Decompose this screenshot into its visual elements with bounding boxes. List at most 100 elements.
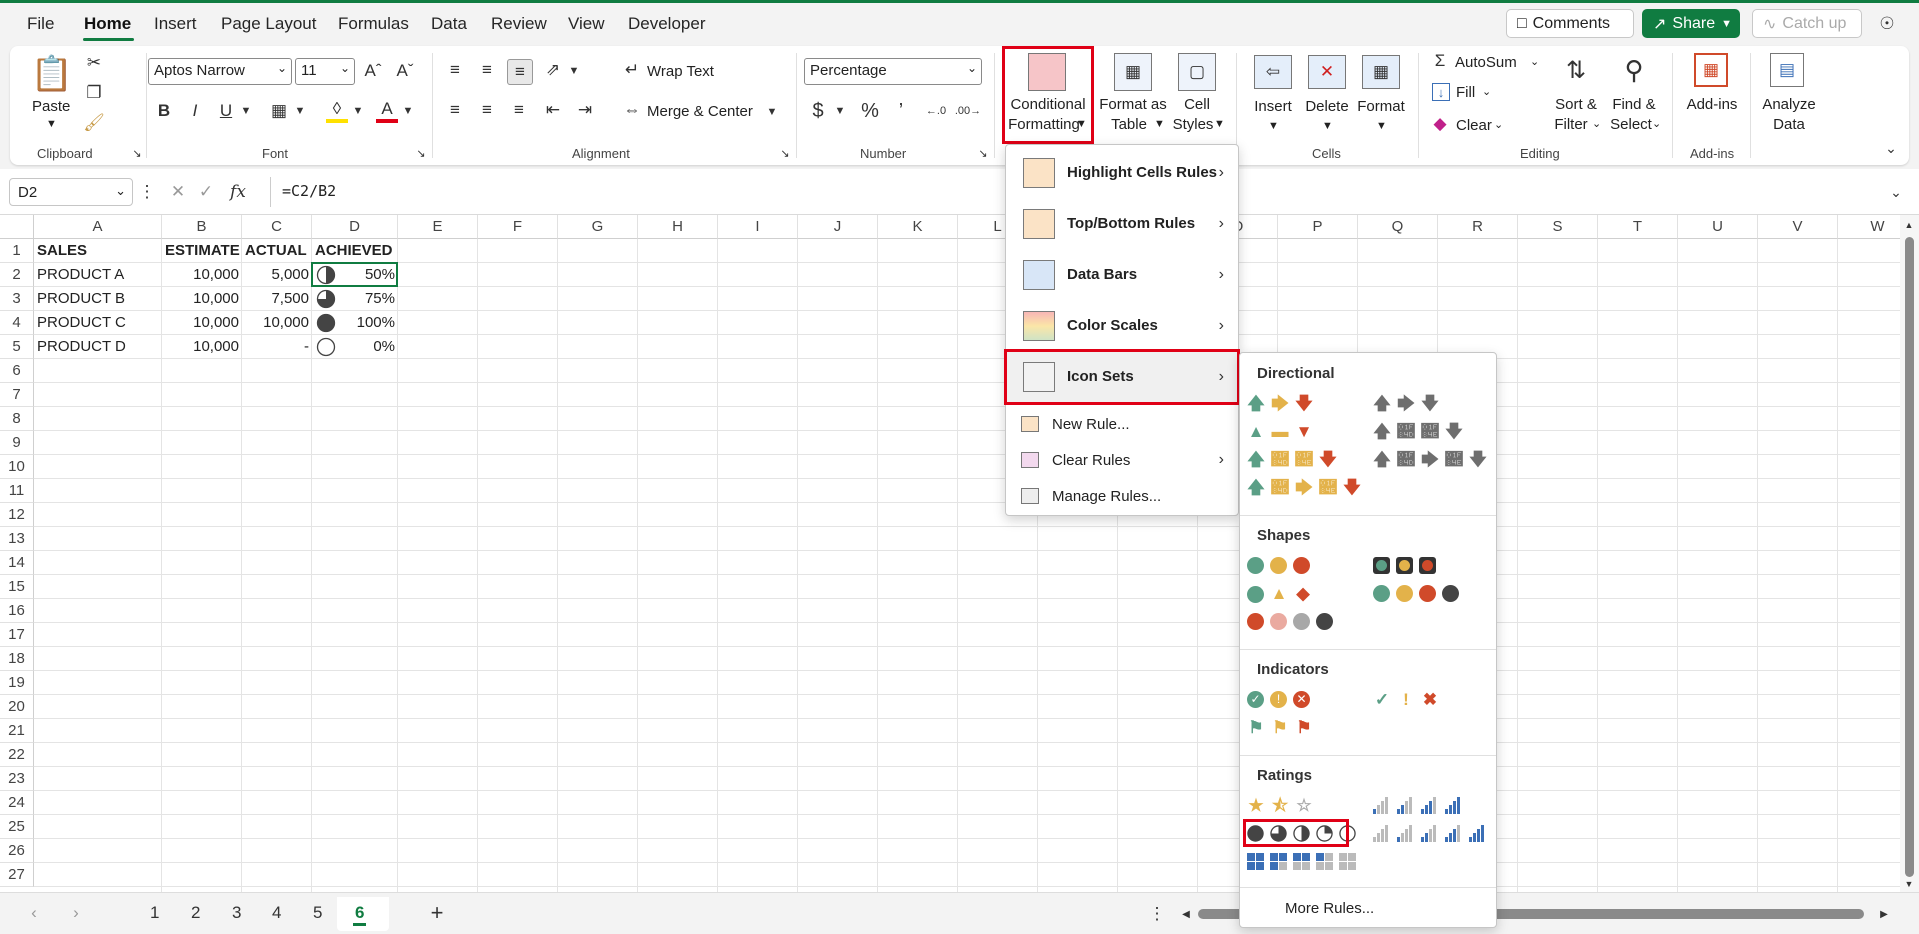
- person-search-icon[interactable]: ☉: [1876, 13, 1898, 35]
- icon-set-5-arrows-gray[interactable]: 🡅 🡍 🡆 🡎 🡇: [1373, 451, 1487, 469]
- decrease-decimal-icon[interactable]: .00→: [955, 99, 981, 123]
- chevron-left-icon[interactable]: ‹: [26, 903, 42, 923]
- column-header-c[interactable]: C: [242, 215, 312, 239]
- eraser-icon[interactable]: ◆: [1430, 114, 1450, 134]
- autosum-icon[interactable]: Σ: [1430, 51, 1450, 71]
- actual-cell[interactable]: 7,500: [242, 287, 312, 311]
- scroll-down-icon[interactable]: ▼: [1903, 878, 1915, 890]
- tab-data[interactable]: Data: [431, 14, 467, 34]
- expand-formula-bar-icon[interactable]: ⌄: [1886, 181, 1906, 203]
- row-header-4[interactable]: 4: [0, 311, 34, 335]
- spreadsheet-grid[interactable]: ABCDEFGHIJKLMNOPQRSTUVW 1234567891011121…: [0, 215, 1918, 892]
- percent-icon[interactable]: %: [858, 99, 882, 123]
- font-size-combo[interactable]: 11 ⌄: [295, 58, 355, 85]
- tab-home[interactable]: Home: [84, 14, 131, 34]
- find-select-label-1[interactable]: Find &: [1608, 95, 1660, 114]
- chevron-down-icon[interactable]: ⌄: [1482, 83, 1491, 102]
- estimate-cell[interactable]: 10,000: [162, 311, 242, 335]
- column-header-f[interactable]: F: [478, 215, 558, 239]
- vertical-scroll-thumb[interactable]: [1905, 237, 1914, 877]
- row-header-1[interactable]: 1: [0, 239, 34, 263]
- vertical-scrollbar[interactable]: ▲ ▼: [1900, 215, 1919, 892]
- increase-decimal-icon[interactable]: ←.0: [924, 99, 948, 123]
- fill-button[interactable]: Fill: [1456, 83, 1475, 102]
- row-header-15[interactable]: 15: [0, 575, 34, 599]
- column-header-r[interactable]: R: [1438, 215, 1518, 239]
- column-header-u[interactable]: U: [1678, 215, 1758, 239]
- chevron-down-icon[interactable]: ⌄: [1652, 115, 1661, 134]
- icon-set-3-signs[interactable]: ▲ ◆: [1247, 585, 1312, 603]
- column-header-h[interactable]: H: [638, 215, 718, 239]
- row-header-3[interactable]: 3: [0, 287, 34, 311]
- format-button[interactable]: Format: [1356, 97, 1406, 116]
- chevron-down-icon[interactable]: ▼: [240, 101, 252, 121]
- column-header-v[interactable]: V: [1758, 215, 1838, 239]
- row-header-2[interactable]: 2: [0, 263, 34, 287]
- bold-icon[interactable]: B: [154, 99, 174, 123]
- analyze-data-icon[interactable]: ▤: [1770, 53, 1804, 87]
- column-header-g[interactable]: G: [558, 215, 638, 239]
- wrap-text-button[interactable]: Wrap Text: [647, 62, 714, 81]
- column-header-j[interactable]: J: [798, 215, 878, 239]
- decrease-indent-icon[interactable]: ⇤: [542, 99, 564, 121]
- cell-styles-label-2[interactable]: Styles: [1168, 115, 1218, 134]
- row-header-24[interactable]: 24: [0, 791, 34, 815]
- sheet-tab-3[interactable]: 3: [232, 903, 241, 923]
- wrap-text-icon[interactable]: ↵: [622, 60, 642, 80]
- actual-cell[interactable]: 5,000: [242, 263, 312, 287]
- row-header-18[interactable]: 18: [0, 647, 34, 671]
- font-name-combo[interactable]: Aptos Narrow ⌄: [148, 58, 292, 85]
- share-button[interactable]: ↗ Share ▼: [1642, 9, 1740, 38]
- dialog-launcher-icon[interactable]: ↘: [414, 146, 428, 160]
- more-options-icon[interactable]: ⋮: [1149, 903, 1166, 925]
- tab-file[interactable]: File: [27, 14, 54, 34]
- icon-set-3-arrows-gray[interactable]: 🡅 🡆 🡇: [1373, 395, 1439, 413]
- delete-cells-icon[interactable]: ✕: [1308, 55, 1346, 89]
- row-header-6[interactable]: 6: [0, 359, 34, 383]
- row-header-17[interactable]: 17: [0, 623, 34, 647]
- cf-color-scales[interactable]: Color Scales ›: [1006, 300, 1238, 351]
- header-cell[interactable]: ACHIEVED: [312, 239, 398, 263]
- borders-icon[interactable]: ▦: [268, 99, 290, 123]
- fill-color-icon[interactable]: ◊: [326, 99, 348, 123]
- paste-chevron-icon[interactable]: ▼: [46, 115, 57, 134]
- cf-data-bars[interactable]: Data Bars ›: [1006, 249, 1238, 300]
- catch-up-button[interactable]: ∿ Catch up: [1752, 9, 1862, 38]
- row-header-20[interactable]: 20: [0, 695, 34, 719]
- analyze-data-label-1[interactable]: Analyze: [1760, 95, 1818, 114]
- more-rules-link[interactable]: More Rules...: [1285, 900, 1374, 917]
- chevron-down-icon[interactable]: ⌄: [1530, 53, 1539, 72]
- sheet-tab-4[interactable]: 4: [272, 903, 281, 923]
- column-header-p[interactable]: P: [1278, 215, 1358, 239]
- row-header-26[interactable]: 26: [0, 839, 34, 863]
- format-as-table-label-1[interactable]: Format as: [1098, 95, 1168, 114]
- cf-clear-rules[interactable]: Clear Rules ›: [1006, 443, 1238, 479]
- dialog-launcher-icon[interactable]: ↘: [778, 146, 792, 160]
- clear-button[interactable]: Clear: [1456, 116, 1492, 135]
- icon-set-5-boxes[interactable]: [1247, 853, 1356, 870]
- currency-icon[interactable]: $: [808, 99, 828, 123]
- enter-check-icon[interactable]: ✓: [196, 181, 216, 203]
- row-header-21[interactable]: 21: [0, 719, 34, 743]
- estimate-cell[interactable]: 10,000: [162, 335, 242, 359]
- sort-filter-label-1[interactable]: Sort &: [1550, 95, 1602, 114]
- chevron-down-icon[interactable]: ▼: [834, 101, 846, 121]
- cell-styles-label-1[interactable]: Cell: [1172, 95, 1222, 114]
- dialog-launcher-icon[interactable]: ↘: [130, 146, 144, 160]
- row-header-14[interactable]: 14: [0, 551, 34, 575]
- cf-top-bottom-rules[interactable]: Top/Bottom Rules ›: [1006, 198, 1238, 249]
- comma-style-icon[interactable]: ’: [892, 99, 910, 123]
- find-select-icon[interactable]: ⚲: [1614, 51, 1654, 89]
- row-header-7[interactable]: 7: [0, 383, 34, 407]
- select-all-corner[interactable]: [0, 215, 34, 239]
- icon-set-3-traffic-lights-rimmed[interactable]: [1373, 557, 1436, 574]
- icon-set-4-arrows-colored[interactable]: 🡅 🡍 🡎 🡇: [1247, 451, 1337, 469]
- tab-insert[interactable]: Insert: [154, 14, 197, 34]
- format-painter-icon[interactable]: 🖌: [83, 113, 105, 133]
- row-header-19[interactable]: 19: [0, 671, 34, 695]
- chevron-down-icon[interactable]: ▼: [1154, 115, 1165, 134]
- analyze-data-label-2[interactable]: Data: [1760, 115, 1818, 134]
- estimate-cell[interactable]: 10,000: [162, 287, 242, 311]
- align-left-icon[interactable]: ≡: [444, 99, 466, 121]
- find-select-label-2[interactable]: Select: [1606, 115, 1656, 134]
